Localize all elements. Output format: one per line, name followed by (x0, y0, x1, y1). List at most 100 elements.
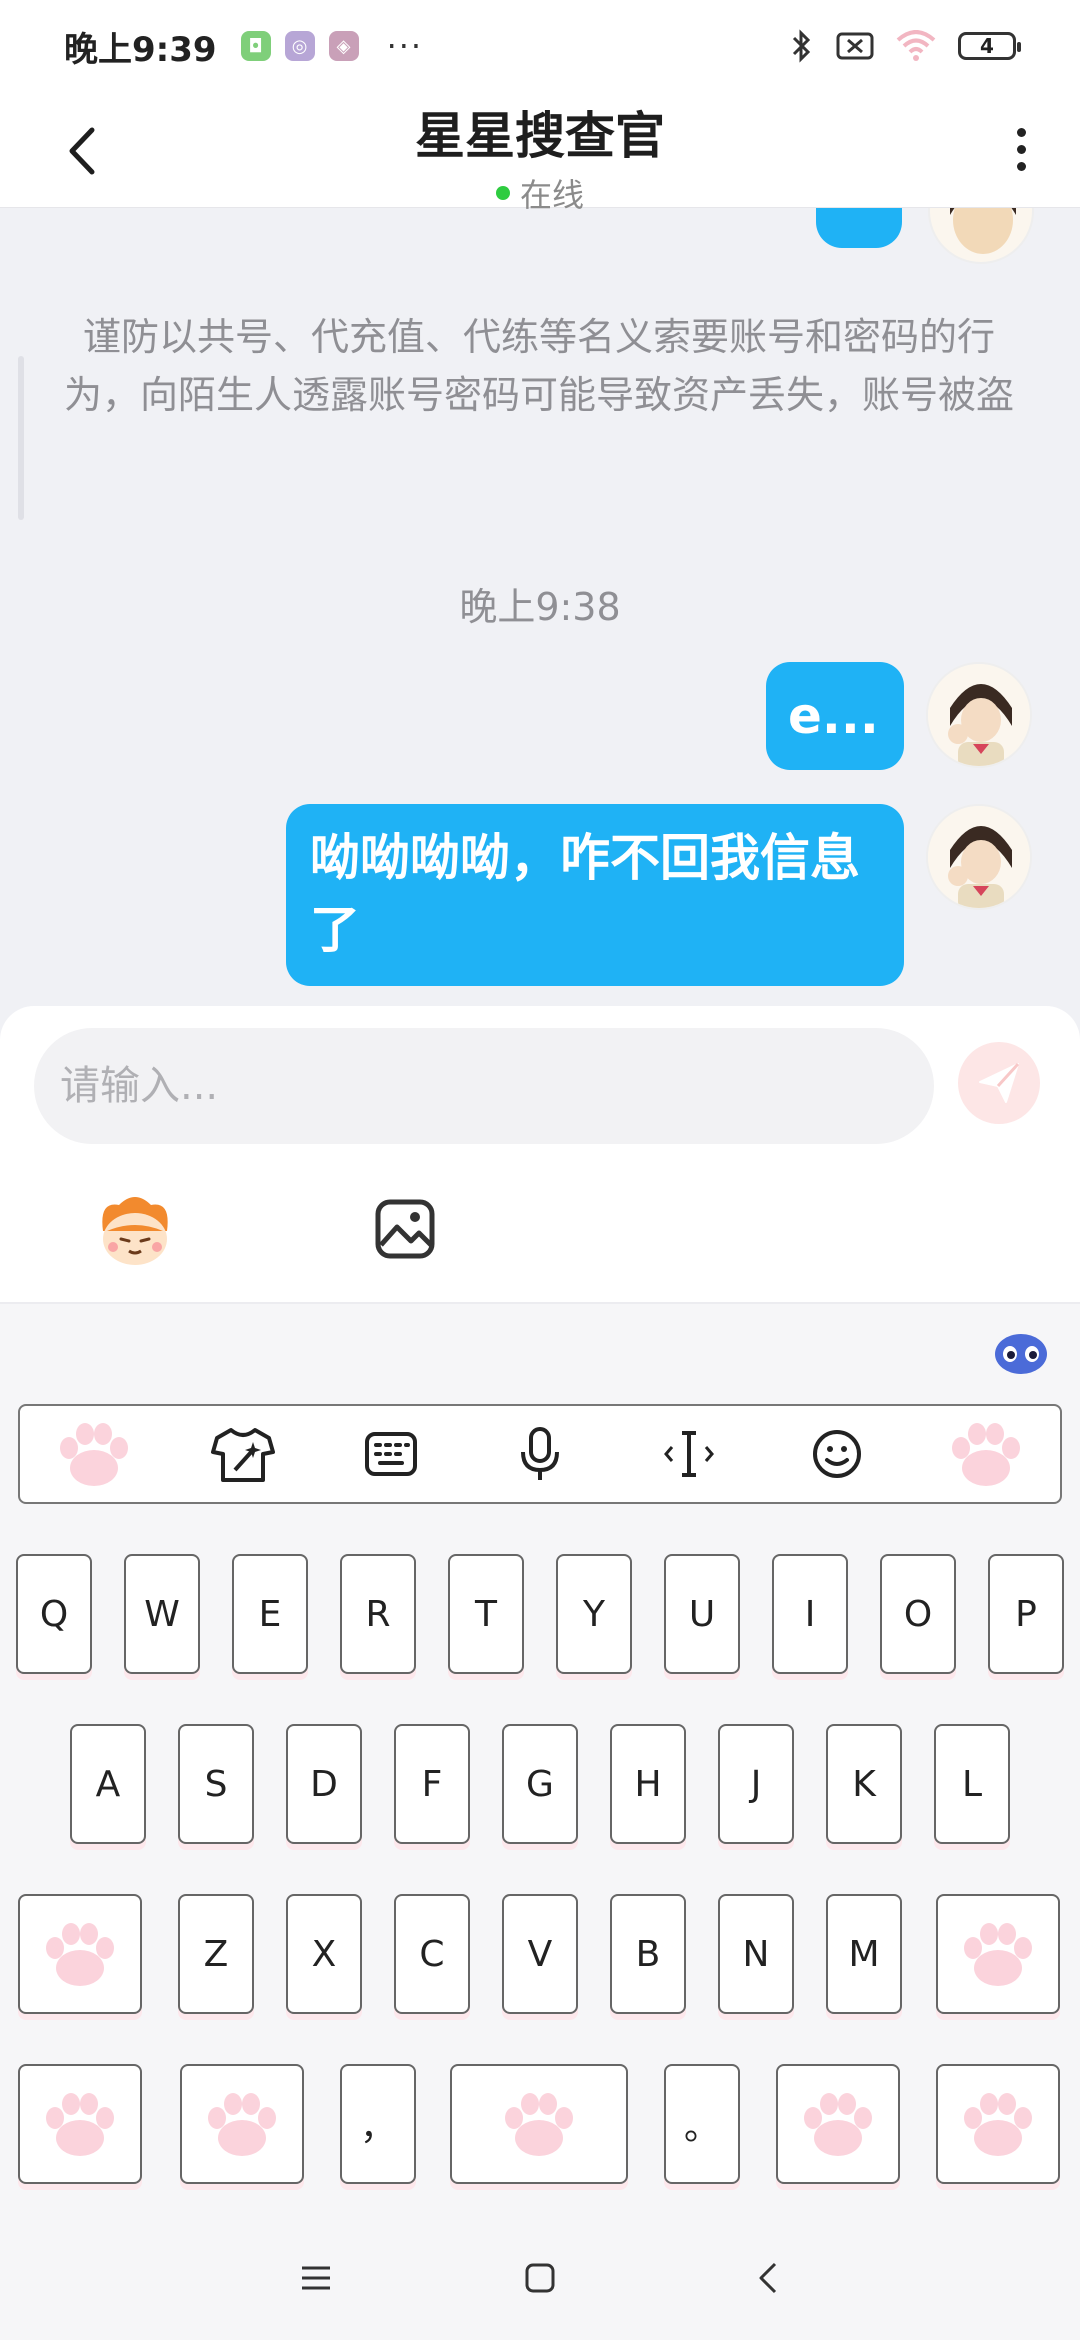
symbols-key[interactable] (18, 2064, 142, 2184)
notice-divider (18, 356, 24, 520)
online-dot-icon (495, 186, 510, 200)
page-title: 星星搜查官 (415, 107, 665, 165)
cursor-move-button[interactable] (644, 1409, 734, 1499)
send-icon (979, 1062, 1020, 1103)
chat-area[interactable]: 谨防以共号、代充值、代练等名义索要账号和密码的行为，向陌生人透露账号密码可能导致… (0, 208, 1080, 1008)
key-x[interactable]: X (286, 1894, 362, 2014)
key-a[interactable]: A (70, 1724, 146, 1844)
numbers-key[interactable] (180, 2064, 304, 2184)
message-bubble[interactable]: 呦呦呦呦，咋不回我信息了 (286, 804, 904, 986)
key-w[interactable]: W (124, 1554, 200, 1674)
notification-app-icon: ◎ (284, 31, 315, 61)
enter-key[interactable] (936, 2064, 1060, 2184)
message-input[interactable] (60, 1063, 934, 1109)
key-t[interactable]: T (448, 1554, 524, 1674)
message-input-container[interactable] (34, 1028, 934, 1144)
notification-app-icon: ◘ (240, 31, 271, 61)
security-notice: 谨防以共号、代充值、代练等名义索要账号和密码的行为，向陌生人透露账号密码可能导致… (64, 315, 1015, 417)
message-timestamp: 晚上9:38 (459, 585, 621, 629)
wifi-icon (896, 30, 936, 61)
mascot-sticker-icon (102, 1197, 168, 1265)
image-icon (375, 1199, 435, 1259)
paw-icon (951, 1423, 1020, 1486)
paw-decoration (49, 1409, 139, 1499)
smiley-icon (813, 1430, 862, 1478)
avatar[interactable] (928, 208, 1034, 264)
keyboard-assistant-button[interactable] (992, 1326, 1050, 1376)
paw-icon (208, 2093, 276, 2156)
key-n[interactable]: N (718, 1894, 794, 2014)
key-z[interactable]: Z (178, 1894, 254, 2014)
key-k[interactable]: K (826, 1724, 902, 1844)
message-bubble[interactable]: e... (766, 662, 904, 770)
title-block: 星星搜查官 在线 (0, 92, 1080, 216)
paw-icon (46, 2093, 114, 2156)
skin-button[interactable] (198, 1409, 288, 1499)
key-i[interactable]: I (772, 1554, 848, 1674)
key-s[interactable]: S (178, 1724, 254, 1844)
paw-icon (60, 1423, 129, 1486)
key-h[interactable]: H (610, 1724, 686, 1844)
chevron-left-icon (759, 2262, 777, 2294)
avatar[interactable] (926, 804, 1032, 910)
sticker-button[interactable] (90, 1184, 180, 1274)
input-tools (0, 1184, 1080, 1284)
voice-input-button[interactable] (495, 1409, 585, 1499)
keyboard-layout-button[interactable] (346, 1409, 436, 1499)
key-b[interactable]: B (610, 1894, 686, 2014)
notification-app-icon: ◈ (328, 31, 359, 61)
keyboard: Q W E R T Y U I O P A S D F G H J K L Z … (0, 1302, 1080, 2340)
microphone-icon (520, 1427, 559, 1480)
avatar[interactable] (926, 662, 1032, 768)
keyboard-toolbar (18, 1404, 1062, 1504)
paw-icon (804, 2093, 872, 2156)
key-f[interactable]: F (394, 1724, 470, 1844)
key-m[interactable]: M (826, 1894, 902, 2014)
key-l[interactable]: L (934, 1724, 1010, 1844)
emoji-button[interactable] (792, 1409, 882, 1499)
more-options-button[interactable] (1006, 114, 1036, 184)
comma-key[interactable]: ， (340, 2064, 416, 2184)
period-key[interactable]: 。 (664, 2064, 740, 2184)
home-square-icon (525, 2263, 555, 2293)
paw-icon (964, 2093, 1032, 2156)
shift-key[interactable] (18, 1894, 142, 2014)
key-c[interactable]: C (394, 1894, 470, 2014)
key-j[interactable]: J (718, 1724, 794, 1844)
key-r[interactable]: R (340, 1554, 416, 1674)
paw-icon (46, 1923, 114, 1986)
key-d[interactable]: D (286, 1724, 362, 1844)
image-button[interactable] (360, 1184, 450, 1274)
language-switch-key[interactable] (776, 2064, 900, 2184)
key-p[interactable]: P (988, 1554, 1064, 1674)
partial-message-bubble[interactable] (816, 208, 902, 248)
menu-icon (302, 2266, 330, 2290)
delete-key[interactable] (936, 1894, 1060, 2014)
key-q[interactable]: Q (16, 1554, 92, 1674)
key-e[interactable]: E (232, 1554, 308, 1674)
chat-header: 星星搜查官 在线 (0, 92, 1080, 214)
send-button[interactable] (958, 1042, 1040, 1124)
key-g[interactable]: G (502, 1724, 578, 1844)
more-notifications-icon: ··· (386, 27, 424, 65)
home-button[interactable] (510, 2248, 570, 2308)
battery-icon: 4 (958, 32, 1021, 60)
tshirt-wand-icon (210, 1428, 275, 1482)
system-navigation-bar (0, 2210, 1080, 2340)
key-y[interactable]: Y (556, 1554, 632, 1674)
key-u[interactable]: U (664, 1554, 740, 1674)
text-cursor-icon (663, 1431, 714, 1477)
keyboard-icon (365, 1432, 418, 1476)
recent-apps-button[interactable] (286, 2248, 346, 2308)
space-key[interactable] (450, 2064, 628, 2184)
assistant-mascot-icon (995, 1334, 1047, 1374)
no-sim-icon (836, 32, 874, 60)
key-v[interactable]: V (502, 1894, 578, 2014)
status-time: 晚上9:39 (64, 29, 217, 70)
input-panel (0, 1006, 1080, 1302)
system-back-button[interactable] (738, 2248, 798, 2308)
paw-icon (505, 2093, 573, 2156)
battery-level: 4 (980, 34, 994, 58)
key-o[interactable]: O (880, 1554, 956, 1674)
paw-decoration (941, 1409, 1031, 1499)
